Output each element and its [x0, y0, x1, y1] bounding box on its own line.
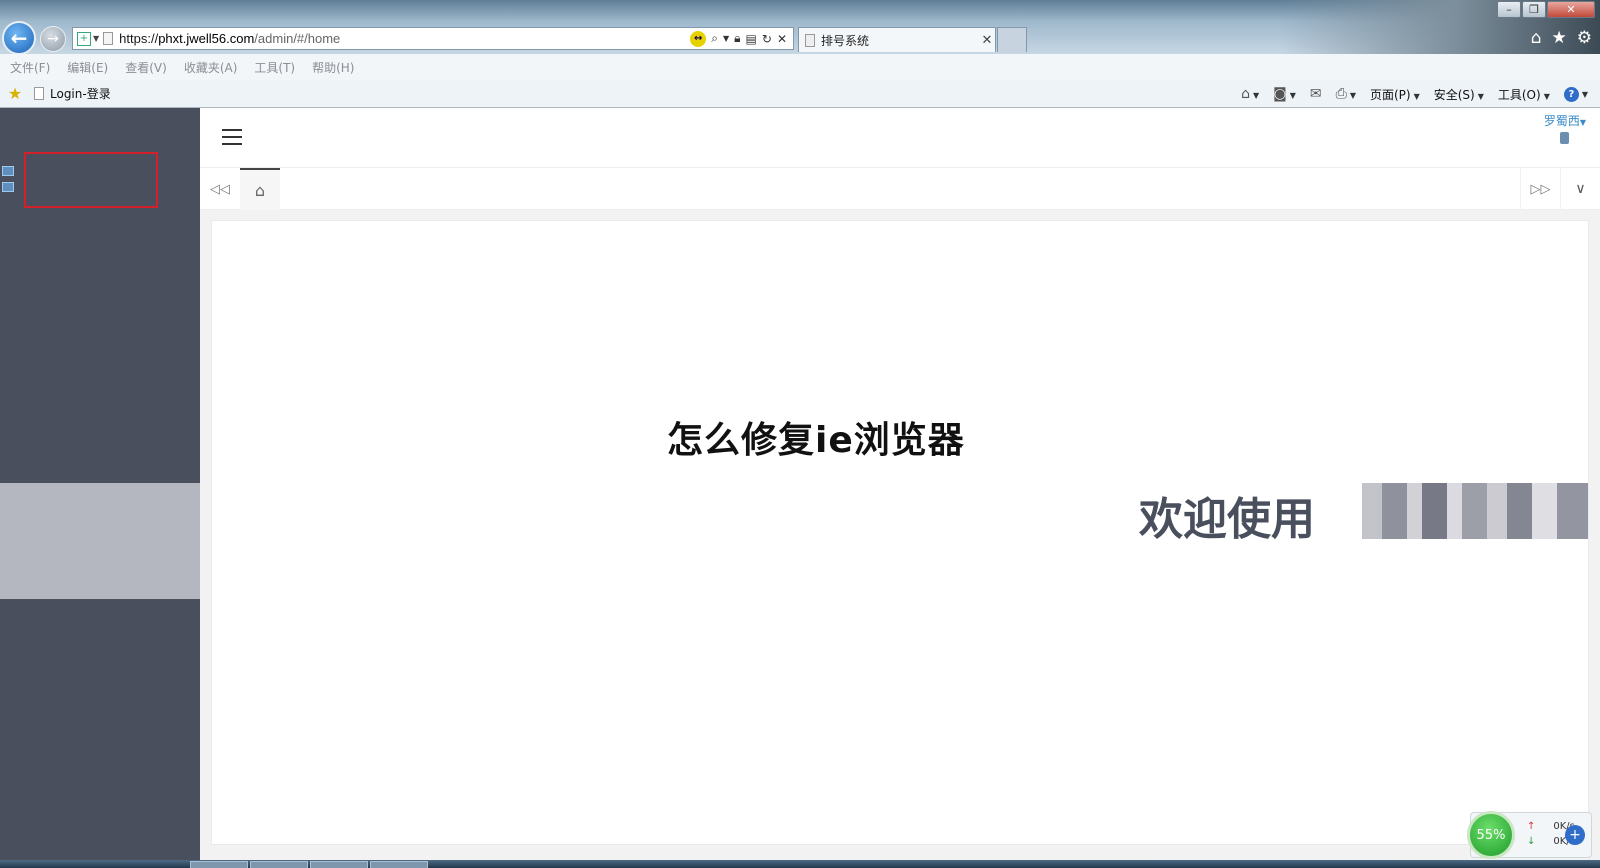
help-menu[interactable]: ? ▼: [1563, 86, 1588, 102]
pixelated-text: [1362, 483, 1588, 539]
favorite-link-login[interactable]: Login-登录: [34, 85, 111, 102]
chevron-down-icon: ▼: [1543, 91, 1550, 101]
chevron-down-icon: ▼: [1581, 90, 1588, 99]
page-icon: [805, 33, 815, 47]
hamburger-menu-icon[interactable]: [222, 129, 242, 145]
menu-view[interactable]: 查看(V): [125, 59, 167, 76]
menu-favorites[interactable]: 收藏夹(A): [184, 59, 238, 76]
stop-icon[interactable]: ✕: [777, 32, 787, 46]
double-chevron-right-icon: ▷▷: [1530, 181, 1551, 197]
main-content-area: 怎么修复ie浏览器 欢迎使用: [200, 210, 1600, 860]
chevron-down-icon: ▼: [1413, 91, 1420, 101]
page-menu[interactable]: 页面(P) ▼: [1370, 86, 1420, 103]
address-bar[interactable]: + ▼ https://phxt.jwell56.com/admin/#/hom…: [72, 27, 794, 50]
chevron-down-icon[interactable]: ▼: [723, 34, 729, 43]
chevron-down-icon: ∨: [1575, 181, 1586, 197]
gear-icon[interactable]: ⚙: [1577, 28, 1592, 48]
home-icon: ⌂: [1241, 86, 1250, 102]
minimize-button[interactable]: –: [1497, 1, 1521, 18]
upload-arrow-icon: ↑: [1527, 821, 1536, 832]
arrow-left-icon: ←: [10, 26, 28, 50]
star-icon[interactable]: ★: [1552, 28, 1567, 48]
close-window-button[interactable]: ✕: [1547, 1, 1595, 18]
highlight-box: [24, 152, 158, 208]
tab-home[interactable]: ⌂: [240, 168, 280, 210]
plus-icon[interactable]: +: [1565, 825, 1585, 845]
scroll-tabs-right-button[interactable]: ▷▷: [1520, 168, 1560, 210]
download-arrow-icon: ↓: [1527, 836, 1536, 847]
menu-list-icon[interactable]: [2, 166, 14, 176]
back-button[interactable]: ←: [2, 21, 36, 54]
close-tab-icon[interactable]: ✕: [979, 33, 995, 48]
command-bar: ★ Login-登录 ⌂ ▼ ◙ ▼ ✉ ⎙ ▼ 页面(P) ▼ 安全(S) ▼ 工具(O…: [0, 80, 1600, 108]
user-name: 罗蜀西: [1543, 114, 1580, 128]
menu-help[interactable]: 帮助(H): [312, 59, 354, 76]
certificate-icon[interactable]: ▤: [746, 32, 757, 46]
menu-edit[interactable]: 编辑(E): [67, 59, 108, 76]
menu-bar: 文件(F) 编辑(E) 查看(V) 收藏夹(A) 工具(T) 帮助(H): [0, 54, 1600, 80]
compatibility-view-icon[interactable]: ↔: [690, 30, 707, 47]
home-icon: ⌂: [254, 180, 266, 200]
app-header: 罗蜀西▼: [200, 108, 1600, 168]
feeds-menu[interactable]: ◙ ▼: [1273, 86, 1296, 102]
page-icon: [103, 32, 114, 45]
search-icon[interactable]: ⌕: [711, 31, 718, 46]
tabs-options-button[interactable]: ∨: [1560, 168, 1600, 210]
sidebar-gray-band: [0, 483, 200, 599]
chevron-down-icon: ▼: [1289, 91, 1296, 100]
taskbar-button[interactable]: [190, 861, 248, 868]
taskbar-button[interactable]: [250, 861, 308, 868]
favorites-star-icon[interactable]: ★: [6, 84, 24, 103]
print-menu[interactable]: ⎙ ▼: [1336, 86, 1356, 102]
restore-button[interactable]: ❐: [1522, 1, 1546, 18]
menu-tools[interactable]: 工具(T): [254, 59, 295, 76]
forward-button[interactable]: →: [40, 26, 66, 52]
browser-titlebar: – ❐ ✕ ← → + ▼ https://phxt.jwell56.com/a…: [0, 0, 1600, 54]
chevron-down-icon: ▼: [1579, 118, 1586, 127]
browser-tab[interactable]: 排号系统 ✕: [798, 27, 996, 52]
taskbar-button[interactable]: [370, 861, 428, 868]
app-sidebar: [0, 108, 200, 860]
menu-file[interactable]: 文件(F): [10, 59, 50, 76]
avatar: [1560, 132, 1570, 144]
welcome-heading: 欢迎使用: [1139, 494, 1315, 545]
grid-table-icon[interactable]: [2, 182, 14, 192]
chevron-down-icon[interactable]: ▼: [93, 34, 99, 43]
rss-icon: ◙: [1273, 86, 1287, 102]
mail-icon: ✉: [1309, 86, 1322, 102]
home-icon[interactable]: ⌂: [1531, 28, 1542, 48]
address-url[interactable]: https://phxt.jwell56.com/admin/#/home: [119, 31, 690, 46]
tab-title: 排号系统: [821, 33, 870, 48]
page-tabs-bar: ◁◁ ⌂ ▷▷ ∨: [200, 168, 1600, 210]
scroll-tabs-left-button[interactable]: ◁◁: [200, 168, 240, 210]
safety-menu[interactable]: 安全(S) ▼: [1434, 86, 1484, 103]
home-panel: 怎么修复ie浏览器 欢迎使用: [211, 220, 1589, 845]
chevron-down-icon: ▼: [1349, 91, 1356, 100]
page-icon: [34, 87, 44, 100]
taskbar-button[interactable]: [310, 861, 368, 868]
tools-menu[interactable]: 工具(O) ▼: [1498, 86, 1550, 103]
home-menu[interactable]: ⌂ ▼: [1241, 86, 1259, 102]
printer-icon: ⎙: [1335, 86, 1347, 102]
lock-icon[interactable]: 🔒︎: [734, 31, 740, 46]
arrow-right-icon: →: [47, 31, 59, 47]
network-speed-widget[interactable]: 55% ↑ 0K/s ↓ 0K/s +: [1467, 811, 1592, 859]
windows-taskbar: [0, 860, 1600, 868]
add-site-icon[interactable]: +: [77, 31, 91, 46]
overlay-title: 怎么修复ie浏览器: [667, 420, 965, 461]
chevron-down-icon: ▼: [1477, 91, 1484, 101]
refresh-icon[interactable]: ↻: [762, 32, 772, 46]
chevron-down-icon: ▼: [1252, 91, 1260, 100]
double-chevron-left-icon: ◁◁: [210, 181, 230, 197]
help-icon: ?: [1563, 87, 1579, 102]
usage-percent: 55%: [1467, 811, 1515, 859]
read-mail-button[interactable]: ✉: [1310, 86, 1322, 102]
new-tab-button[interactable]: [997, 27, 1027, 52]
user-menu[interactable]: 罗蜀西▼: [1544, 112, 1586, 144]
